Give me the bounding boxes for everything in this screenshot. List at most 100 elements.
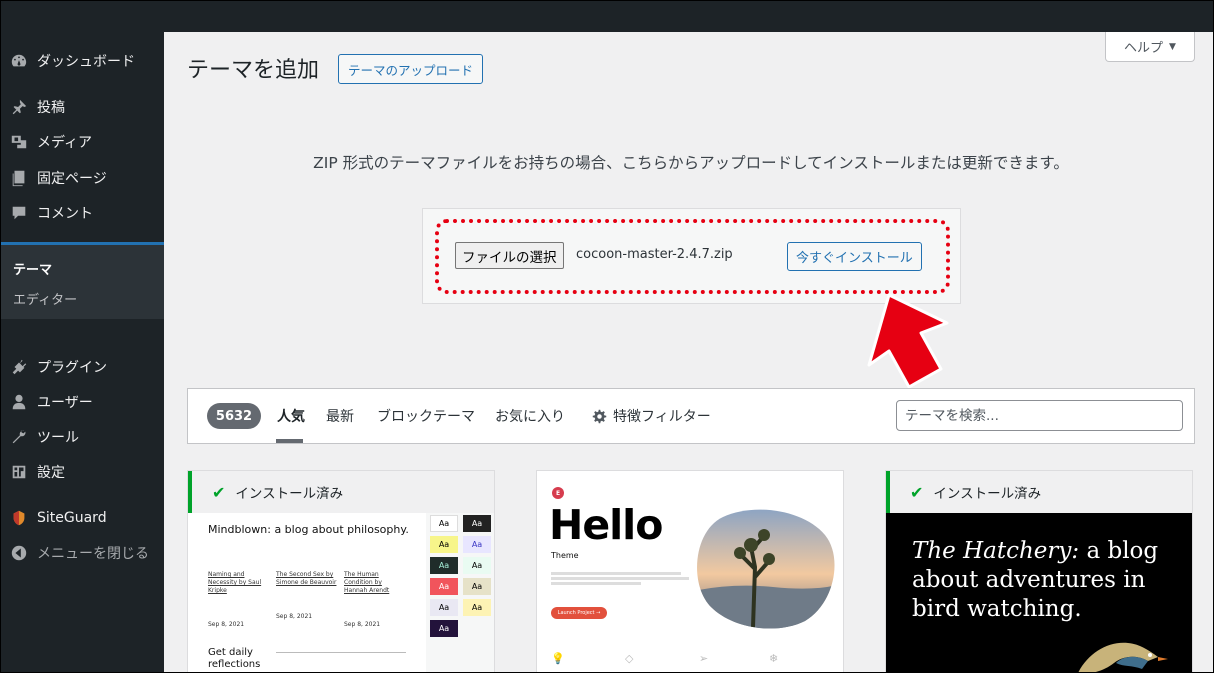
preview-cta: Get daily reflections (208, 647, 261, 670)
submenu-item-themes[interactable]: テーマ (13, 259, 52, 278)
tab-favorites[interactable]: お気に入り (495, 406, 565, 426)
installed-label: インストール済み (933, 486, 1042, 502)
desert-photo-image (697, 509, 835, 629)
style-swatch: Aa (430, 620, 458, 637)
collapse-menu-button[interactable]: メニューを閉じる (1, 536, 164, 570)
checkmark-icon: ✔ (910, 482, 924, 502)
installed-notice: ✔ インストール済み (886, 471, 1192, 513)
plugin-icon (1, 358, 37, 376)
lightbulb-icon: 💡 (551, 652, 565, 665)
sidebar-item-label: メディア (37, 135, 93, 151)
installed-label: インストール済み (235, 486, 344, 502)
preview-post-date: Sep 8, 2021 (344, 621, 381, 628)
elementor-logo-icon: E (552, 487, 564, 499)
page-icon (1, 169, 37, 187)
style-swatch: Aa (463, 599, 491, 616)
preview-headline: Hello (549, 501, 663, 549)
style-swatch: Aa (430, 578, 458, 595)
theme-search-input[interactable] (896, 400, 1183, 431)
checkmark-icon: ✔ (212, 482, 226, 502)
preview-post: Naming and Necessity by Saul Kripke Sep … (208, 571, 270, 629)
sidebar-item-label: 設定 (37, 465, 65, 481)
siteguard-icon (1, 509, 37, 527)
user-icon (1, 393, 37, 411)
tab-latest[interactable]: 最新 (326, 406, 354, 426)
style-swatch: Aa (463, 536, 491, 553)
upload-theme-button[interactable]: テーマのアップロード (338, 54, 484, 84)
paper-plane-icon: ➢ (699, 652, 709, 665)
style-swatch: Aa (463, 578, 491, 595)
theme-card-twentytwentythree[interactable]: ✔ インストール済み The Hatchery: a blog about ad… (885, 470, 1193, 672)
sidebar-item-label: プラグイン (37, 360, 107, 376)
tab-popular[interactable]: 人気 (277, 406, 305, 426)
preview-subtitle: Theme (551, 551, 579, 560)
sidebar-item-pages[interactable]: 固定ページ (1, 161, 164, 195)
preview-post-title: The Second Sex by Simone de Beauvoir (276, 571, 337, 586)
highlight-annotation (435, 219, 950, 294)
active-tab-indicator (276, 439, 303, 443)
preview-post-title: Naming and Necessity by Saul Kripke (208, 571, 262, 594)
feature-filter-button[interactable]: 特徴フィルター (592, 406, 711, 426)
comment-icon (1, 204, 37, 222)
wp-admin-window: ダッシュボード 投稿 メディア 固定ページ コメント 外観 テーマ エディター … (0, 0, 1214, 673)
sidebar-item-label: メニューを閉じる (37, 546, 149, 562)
installed-notice: ✔ インストール済み (188, 471, 494, 513)
preview-post: The Human Condition by Hannah Arendt Sep… (344, 571, 406, 629)
sidebar-item-settings[interactable]: 設定 (1, 455, 164, 489)
style-swatch: Aa (430, 515, 458, 532)
sidebar-item-media[interactable]: メディア (1, 125, 164, 159)
sidebar-item-label: 投稿 (37, 100, 65, 116)
style-swatch: Aa (430, 599, 458, 616)
preview-title-italic: The Hatchery: (912, 538, 1080, 564)
style-swatch: Aa (430, 557, 458, 574)
help-label: ヘルプ (1124, 41, 1164, 56)
dashboard-icon (1, 52, 37, 70)
style-swatch: Aa (463, 515, 491, 532)
sidebar-item-dashboard[interactable]: ダッシュボード (1, 44, 164, 78)
style-swatch: Aa (463, 557, 491, 574)
sidebar-item-tools[interactable]: ツール (1, 420, 164, 454)
preview-title: The Hatchery: a blog about adventures in… (912, 537, 1182, 624)
media-icon (1, 133, 37, 151)
preview-post-date: Sep 8, 2021 (208, 621, 245, 628)
feature-filter-label: 特徴フィルター (613, 409, 711, 425)
tab-block-themes[interactable]: ブロックテーマ (377, 406, 475, 426)
sidebar-item-label: ダッシュボード (37, 54, 135, 70)
sidebar-item-label: ユーザー (37, 395, 93, 411)
theme-card-hello-elementor[interactable]: E Hello Theme Launch Project → 💡 ◇ ➢ ❄ (536, 470, 844, 672)
preview-launch-button: Launch Project → (551, 607, 607, 619)
theme-count-badge: 5632 (207, 403, 261, 429)
sidebar-item-siteguard[interactable]: SiteGuard (1, 501, 164, 535)
pin-icon (1, 98, 37, 116)
gear-icon (592, 409, 607, 423)
diamond-icon: ◇ (625, 652, 634, 665)
sidebar-item-label: SiteGuard (37, 510, 107, 526)
sidebar-item-comments[interactable]: コメント (1, 196, 164, 230)
preview-placeholder-text (551, 570, 691, 587)
preview-post: The Second Sex by Simone de Beauvoir Sep… (276, 571, 338, 621)
help-button[interactable]: ヘルプ ▼ (1105, 32, 1195, 62)
sidebar-item-posts[interactable]: 投稿 (1, 90, 164, 124)
snowflake-icon: ❄ (769, 652, 779, 665)
sidebar-item-users[interactable]: ユーザー (1, 385, 164, 419)
sidebar-item-label: ツール (37, 430, 79, 446)
upload-description: ZIP 形式のテーマファイルをお持ちの場合、こちらからアップロードしてインストー… (313, 154, 1069, 172)
theme-card-twentytwentytwo[interactable]: ✔ インストール済み Mindblown: a blog about philo… (187, 470, 495, 672)
caret-down-icon: ▼ (1169, 41, 1176, 52)
preview-post-date: Sep 8, 2021 (276, 613, 313, 620)
settings-icon (1, 463, 37, 481)
admin-bar (1, 1, 1213, 32)
preview-title: Mindblown: a blog about philosophy. (208, 523, 409, 536)
appearance-submenu: テーマ エディター (1, 245, 164, 319)
submenu-item-editor[interactable]: エディター (13, 289, 77, 308)
red-arrow-annotation (867, 293, 949, 389)
wrench-icon (1, 428, 37, 446)
bird-illustration-image (1078, 642, 1168, 672)
preview-post-title: The Human Condition by Hannah Arendt (344, 571, 390, 594)
sidebar-item-label: コメント (37, 206, 93, 222)
style-swatch: Aa (430, 536, 458, 553)
style-swatches: Aa Aa Aa Aa Aa Aa Aa Aa Aa Aa Aa (426, 513, 494, 672)
preview-divider (276, 652, 406, 653)
sidebar-item-label: 固定ページ (37, 171, 107, 187)
sidebar-item-plugins[interactable]: プラグイン (1, 350, 164, 384)
